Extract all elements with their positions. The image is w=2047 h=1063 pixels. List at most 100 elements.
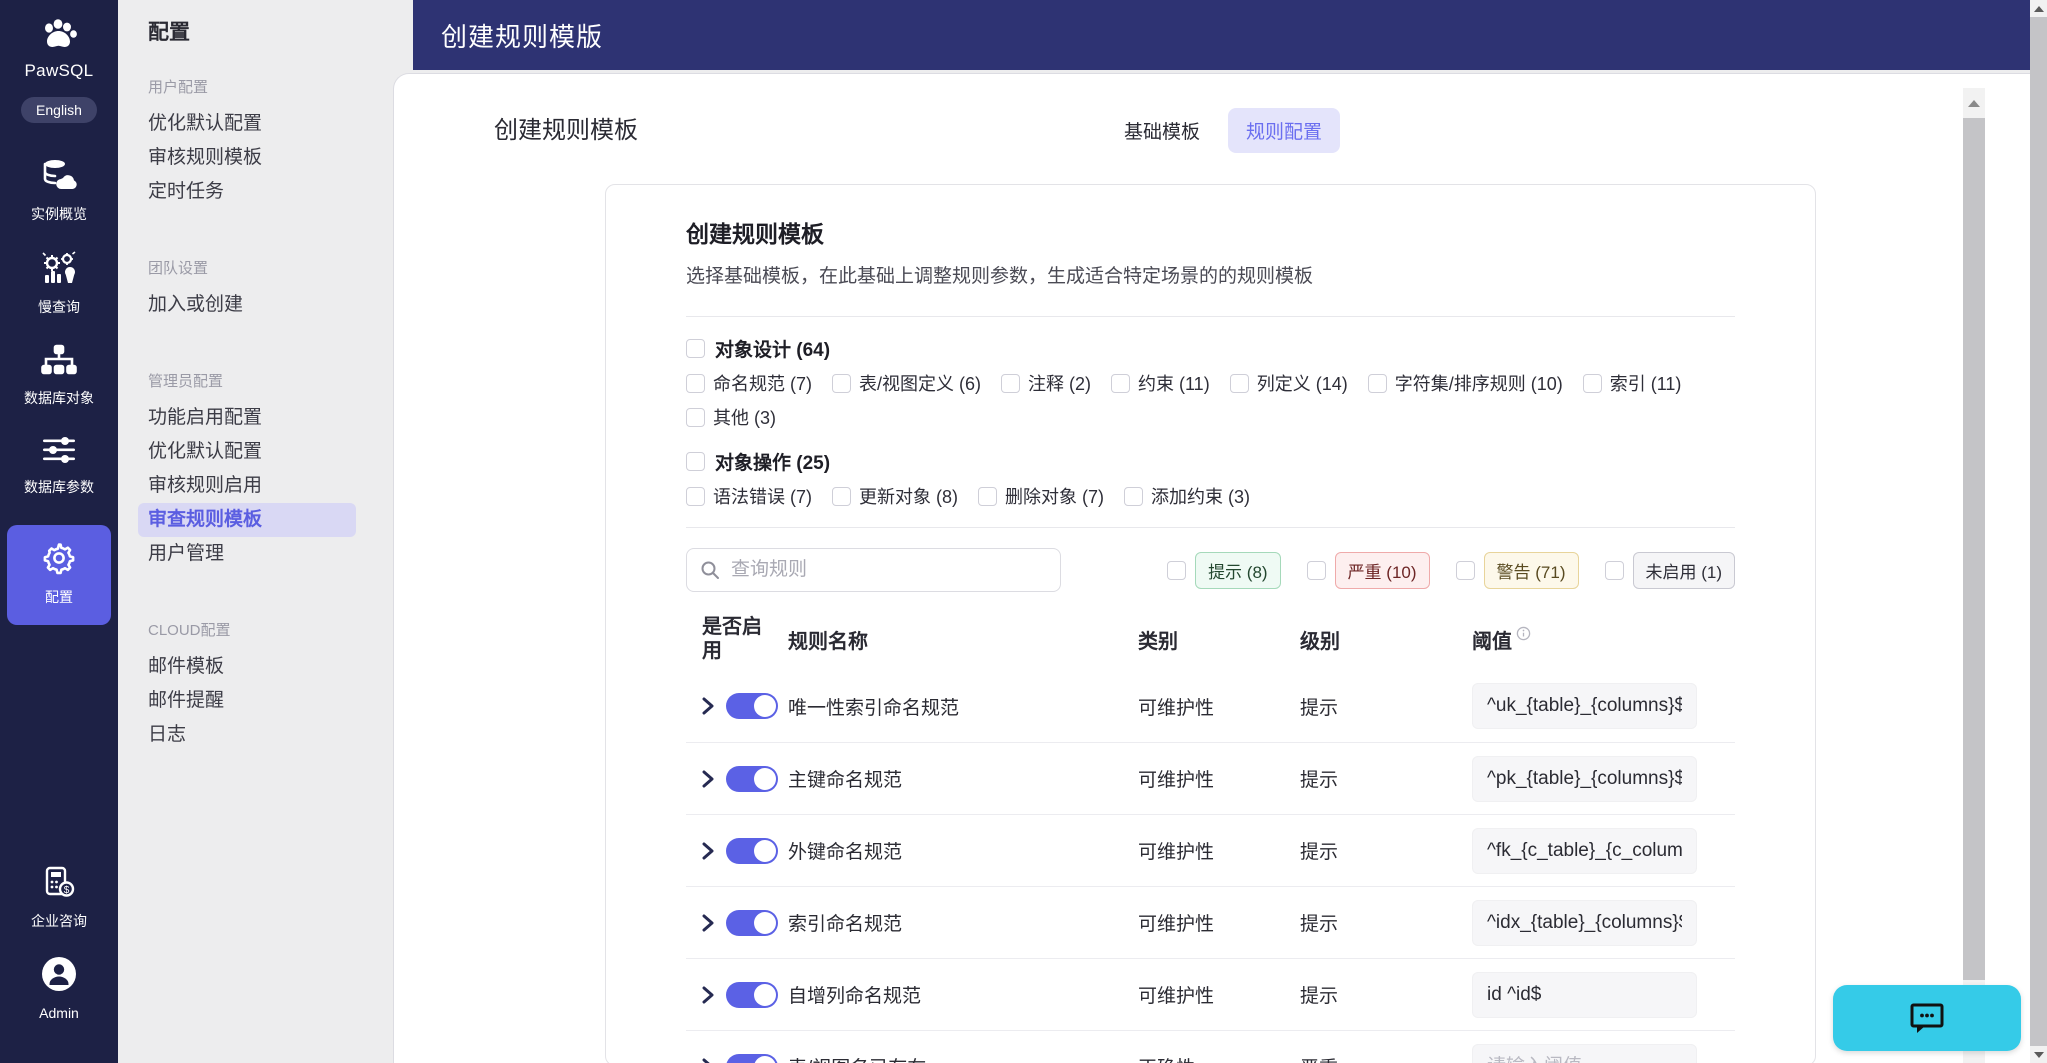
- language-button[interactable]: English: [21, 97, 97, 123]
- content-scrollbar[interactable]: [1963, 88, 1985, 1063]
- checkbox[interactable]: [1367, 373, 1387, 393]
- tab-rule-config[interactable]: 规则配置: [1228, 108, 1341, 153]
- subnav-item[interactable]: 加入或创建: [138, 288, 373, 322]
- enable-toggle[interactable]: [726, 693, 778, 719]
- rule-category-checkbox-item[interactable]: 添加约束 (3): [1124, 483, 1250, 509]
- subnav-item[interactable]: 审核规则启用: [138, 469, 373, 503]
- subnav-item[interactable]: 用户管理: [138, 537, 373, 571]
- chat-widget-button[interactable]: [1833, 985, 2021, 1051]
- rule-category-checkbox-item[interactable]: 约束 (11): [1111, 370, 1210, 396]
- search-filter-row: 提示 (8) 严重 (10) 警告 (71) 未启用 (1): [686, 548, 1735, 592]
- rule-category-checkbox-item[interactable]: 其他 (3): [686, 404, 776, 430]
- rule-name: 唯一性索引命名规范: [788, 697, 960, 719]
- rule-category-checkbox-item[interactable]: 索引 (11): [1582, 370, 1681, 396]
- checkbox[interactable]: [978, 486, 997, 506]
- group-checkbox[interactable]: [686, 452, 705, 471]
- subnav-item[interactable]: 优化默认配置: [138, 107, 373, 141]
- group-checkbox[interactable]: [686, 339, 705, 358]
- sidebar-item-label: 企业咨询: [31, 913, 87, 929]
- checkbox[interactable]: [1582, 373, 1602, 393]
- svg-text:$: $: [64, 885, 70, 896]
- threshold-input[interactable]: [1472, 683, 1697, 729]
- search-box: [686, 548, 1061, 592]
- checkbox[interactable]: [1001, 373, 1021, 393]
- checkbox[interactable]: [832, 486, 851, 506]
- rule-level: 提示: [1300, 770, 1339, 791]
- rule-controls: [686, 981, 788, 1008]
- window-scrollbar[interactable]: [2030, 0, 2047, 1063]
- sidebar-item-label: 配置: [45, 589, 73, 605]
- enable-toggle[interactable]: [726, 981, 778, 1008]
- threshold-input[interactable]: [1472, 1043, 1697, 1063]
- rule-row: 主键命名规范 可维护性 提示: [686, 742, 1735, 814]
- expand-chevron-icon[interactable]: [700, 986, 716, 1004]
- checkbox[interactable]: [686, 373, 705, 393]
- checkbox[interactable]: [832, 373, 851, 393]
- subnav-item[interactable]: 定时任务: [138, 175, 373, 209]
- sidebar-item-database-objects[interactable]: 数据库对象: [0, 331, 118, 422]
- scrollbar-thumb[interactable]: [1963, 118, 1985, 980]
- threshold-input[interactable]: [1472, 899, 1697, 946]
- expand-chevron-icon[interactable]: [700, 697, 716, 715]
- scroll-down-button[interactable]: [2030, 1046, 2047, 1063]
- scroll-up-button[interactable]: [2030, 0, 2047, 17]
- subnav-item[interactable]: 邮件模板: [138, 650, 373, 684]
- subnav-item[interactable]: 审核规则模板: [138, 141, 373, 175]
- scroll-up-button[interactable]: [1963, 88, 1985, 118]
- subnav-item[interactable]: 功能启用配置: [138, 401, 373, 435]
- checkbox[interactable]: [1124, 486, 1143, 506]
- database-objects-icon: [41, 344, 77, 381]
- expand-chevron-icon[interactable]: [700, 914, 716, 932]
- app-root: PawSQL English 实例概览 慢查询 数据库对象 数据库参数 配置 $…: [0, 0, 2047, 1063]
- checkbox-label: 语法错误 (7): [713, 487, 812, 507]
- level-filter-warning[interactable]: 警告 (71): [1455, 551, 1579, 589]
- topbar: 创建规则模版: [413, 0, 2030, 70]
- checkbox[interactable]: [686, 486, 705, 506]
- rule-category-checkbox-item[interactable]: 表/视图定义 (6): [832, 370, 981, 396]
- sidebar-item-enterprise-consult[interactable]: $ 企业咨询: [0, 853, 118, 943]
- rule-category-checkbox-item[interactable]: 列定义 (14): [1229, 370, 1348, 396]
- level-filter-danger[interactable]: 严重 (10): [1306, 551, 1430, 589]
- sidebar-item-instance-overview[interactable]: 实例概览: [0, 145, 118, 238]
- rule-category-checkbox-item[interactable]: 删除对象 (7): [978, 483, 1104, 509]
- sidebar-item-slow-query[interactable]: 慢查询: [0, 238, 118, 331]
- rule-controls: [686, 909, 788, 936]
- rule-category-checkbox-item[interactable]: 更新对象 (8): [832, 483, 958, 509]
- enable-toggle[interactable]: [726, 909, 778, 936]
- checkbox[interactable]: [1306, 560, 1326, 580]
- enable-toggle[interactable]: [726, 837, 778, 864]
- checkbox[interactable]: [1604, 560, 1624, 580]
- threshold-input[interactable]: [1472, 971, 1697, 1018]
- expand-chevron-icon[interactable]: [700, 770, 716, 788]
- tab-base-template[interactable]: 基础模板: [1106, 108, 1218, 153]
- enable-toggle[interactable]: [726, 765, 778, 792]
- sidebar-item-database-params[interactable]: 数据库参数: [0, 422, 118, 511]
- level-filter-success[interactable]: 提示 (8): [1167, 551, 1281, 589]
- checkbox[interactable]: [1111, 373, 1131, 393]
- checkbox[interactable]: [1455, 560, 1475, 580]
- sidebar-item-admin[interactable]: Admin: [0, 943, 118, 1033]
- threshold-input[interactable]: [1472, 827, 1697, 874]
- subnav-item[interactable]: 日志: [138, 718, 373, 752]
- checkbox[interactable]: [1229, 373, 1249, 393]
- rule-category-checkbox-item[interactable]: 命名规范 (7): [686, 370, 812, 396]
- info-icon[interactable]: [1516, 626, 1531, 641]
- subnav-item[interactable]: 优化默认配置: [138, 435, 373, 469]
- rule-category-checkbox-item[interactable]: 语法错误 (7): [686, 483, 812, 509]
- level-filter-neutral[interactable]: 未启用 (1): [1604, 551, 1735, 589]
- sidebar-item-label: 实例概览: [31, 206, 87, 222]
- expand-chevron-icon[interactable]: [700, 1058, 716, 1063]
- rule-category-checkbox-item[interactable]: 字符集/排序规则 (10): [1367, 370, 1563, 396]
- expand-chevron-icon[interactable]: [700, 842, 716, 860]
- search-input[interactable]: [686, 548, 1061, 592]
- checkbox[interactable]: [686, 407, 705, 427]
- rule-category-checkbox-item[interactable]: 注释 (2): [1001, 370, 1091, 396]
- sidebar-item-config[interactable]: 配置: [7, 525, 111, 625]
- subnav-item[interactable]: 审查规则模板: [138, 503, 356, 537]
- checkbox-label: 添加约束 (3): [1151, 487, 1250, 507]
- threshold-input[interactable]: [1472, 755, 1697, 802]
- subnav-item[interactable]: 邮件提醒: [138, 684, 373, 718]
- enable-toggle[interactable]: [726, 1053, 778, 1063]
- checkbox[interactable]: [1167, 560, 1187, 580]
- brand: PawSQL: [25, 18, 94, 81]
